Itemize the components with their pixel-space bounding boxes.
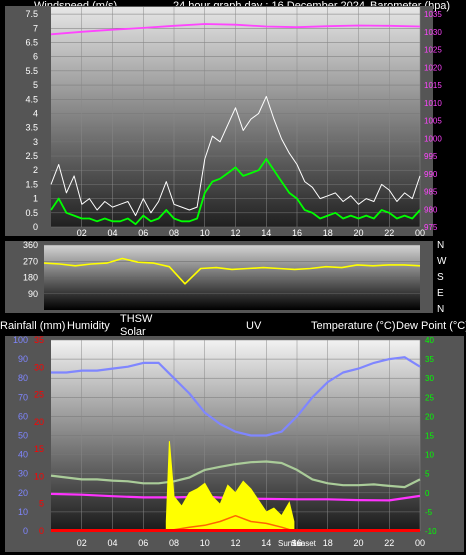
temperature-tick-label: 0 <box>425 489 430 498</box>
x-tick-label: 12 <box>230 228 240 238</box>
x-tick-label: 04 <box>107 538 117 548</box>
sunset-marker: Sunset <box>291 539 317 548</box>
y-tick-label: 4.5 <box>25 94 38 104</box>
compass-label-w: W <box>437 256 447 267</box>
x-tick-label: 16 <box>292 228 302 238</box>
x-tick-label: 14 <box>261 538 271 548</box>
barometer-tick-label: 990 <box>424 170 438 179</box>
compass-label-n: N <box>437 240 444 251</box>
rain-tick-label: 30 <box>34 362 44 372</box>
humidity-tick-label: 20 <box>18 488 28 498</box>
barometer-tick-label: 1010 <box>424 99 442 108</box>
compass-label-s: S <box>437 272 444 283</box>
x-tick-label: 14 <box>261 228 271 238</box>
y-tick-label: 3 <box>33 137 38 147</box>
y-tick-label: 1.5 <box>25 179 38 189</box>
x-tick-label: 08 <box>169 538 179 548</box>
y-tick-label: 7 <box>33 23 38 33</box>
rain-tick-label: 5 <box>39 499 44 509</box>
rain-tick-label: 15 <box>34 444 44 454</box>
y-tick-label: 6 <box>33 52 38 62</box>
humidity-tick-label: 0 <box>23 526 28 536</box>
barometer-tick-label: 1035 <box>424 10 442 19</box>
barometer-tick-label: 1020 <box>424 63 442 72</box>
y-tick-label: 5 <box>33 80 38 90</box>
temperature-tick-label: 10 <box>425 451 434 460</box>
rain-tick-label: 25 <box>34 390 44 400</box>
temperature-tick-label: 40 <box>425 336 434 345</box>
humidity-tick-label: 50 <box>18 431 28 441</box>
y-tick-label: 0 <box>33 222 38 232</box>
barometer-tick-label: 985 <box>424 188 438 197</box>
x-tick-label: 20 <box>353 538 363 548</box>
rain-tick-label: 20 <box>34 417 44 427</box>
humidity-tick-label: 70 <box>18 392 28 402</box>
x-tick-label: 12 <box>230 538 240 548</box>
x-tick-label: 22 <box>384 538 394 548</box>
weather-chart: 0 0.5 1 1.5 2 2.5 3 3.5 4 4.5 5 5.5 6 6.5 7 7.5 975 980 98… <box>5 6 464 552</box>
barometer-tick-label: 1015 <box>424 81 442 90</box>
x-tick-label: 02 <box>77 538 87 548</box>
barometer-tick-label: 980 <box>424 205 438 214</box>
x-tick-label: 20 <box>353 228 363 238</box>
x-tick-label: 08 <box>169 228 179 238</box>
rain-tick-label: 0 <box>39 526 44 536</box>
barometer-tick-label: 995 <box>424 152 438 161</box>
temperature-tick-label: 25 <box>425 393 434 402</box>
direction-tick-label: 270 <box>23 256 38 266</box>
barometer-tick-label: 975 <box>424 223 438 232</box>
y-tick-label: 3.5 <box>25 123 38 133</box>
humidity-tick-label: 30 <box>18 469 28 479</box>
temperature-tick-label: 20 <box>425 412 434 421</box>
x-tick-label: 00 <box>415 228 425 238</box>
x-tick-label: 06 <box>138 228 148 238</box>
barometer-tick-label: 1025 <box>424 46 442 55</box>
compass-label-e: E <box>437 288 444 299</box>
temperature-tick-label: -10 <box>425 527 437 536</box>
y-tick-label: 0.5 <box>25 208 38 218</box>
temperature-tick-label: -5 <box>425 508 433 517</box>
y-tick-label: 4 <box>33 108 38 118</box>
x-tick-label: 06 <box>138 538 148 548</box>
x-tick-label: 22 <box>384 228 394 238</box>
humidity-tick-label: 10 <box>18 507 28 517</box>
humidity-tick-label: 40 <box>18 450 28 460</box>
rain-tick-label: 10 <box>34 471 44 481</box>
humidity-tick-label: 80 <box>18 373 28 383</box>
humidity-tick-label: 90 <box>18 354 28 364</box>
y-tick-label: 1 <box>33 194 38 204</box>
humidity-tick-label: 60 <box>18 411 28 421</box>
y-tick-label: 5.5 <box>25 66 38 76</box>
humidity-tick-label: 100 <box>13 335 28 345</box>
compass-label-n: N <box>437 304 444 315</box>
temperature-tick-label: 35 <box>425 355 434 364</box>
x-tick-label: 18 <box>323 228 333 238</box>
x-tick-label: 10 <box>200 228 210 238</box>
barometer-tick-label: 1005 <box>424 117 442 126</box>
x-tick-label: 00 <box>415 538 425 548</box>
barometer-tick-label: 1000 <box>424 134 442 143</box>
temperature-tick-label: 5 <box>425 470 430 479</box>
x-tick-label: 10 <box>200 538 210 548</box>
y-tick-label: 2.5 <box>25 151 38 161</box>
direction-tick-label: 360 <box>23 240 38 250</box>
x-tick-label: 18 <box>323 538 333 548</box>
direction-tick-label: 90 <box>28 289 38 299</box>
direction-tick-label: 180 <box>23 273 38 283</box>
y-tick-label: 2 <box>33 165 38 175</box>
x-tick-label: 04 <box>107 228 117 238</box>
temperature-tick-label: 15 <box>425 432 434 441</box>
rain-tick-label: 35 <box>34 335 44 345</box>
barometer-tick-label: 1030 <box>424 28 442 37</box>
x-tick-label: 02 <box>77 228 87 238</box>
temperature-tick-label: 30 <box>425 374 434 383</box>
y-tick-label: 7.5 <box>25 9 38 19</box>
y-tick-label: 6.5 <box>25 37 38 47</box>
